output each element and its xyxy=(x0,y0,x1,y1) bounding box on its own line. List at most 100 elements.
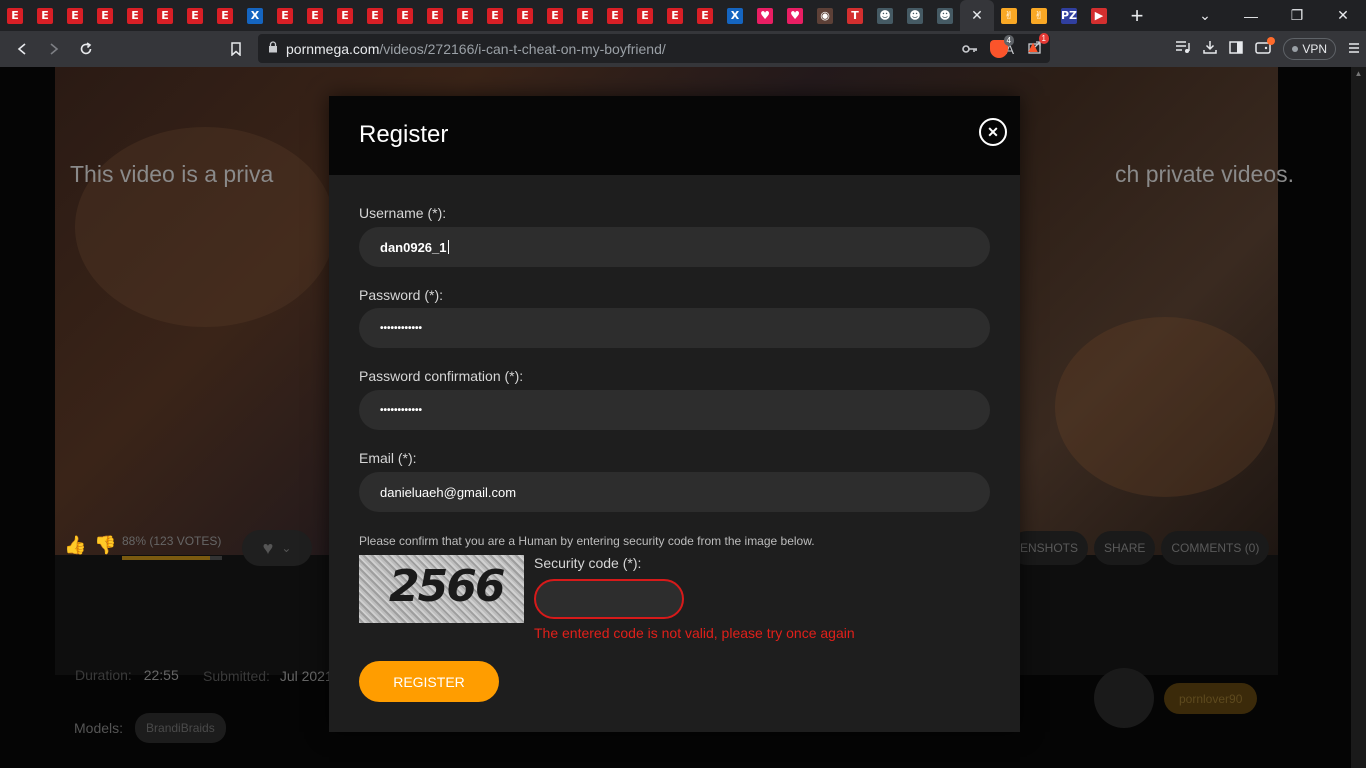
browser-tab-after-1[interactable]: ✌ xyxy=(1024,0,1054,31)
browser-tab-21[interactable]: E xyxy=(630,0,660,31)
browser-tab-9[interactable]: E xyxy=(270,0,300,31)
wallet-icon[interactable] xyxy=(1255,36,1276,57)
submitted-value: Jul 2021 xyxy=(279,668,333,684)
brave-rewards-icon[interactable]: ▲ 1 xyxy=(1024,33,1049,57)
password-confirm-value: •••••••••••• xyxy=(380,404,423,416)
browser-tab-7[interactable]: E xyxy=(210,0,240,31)
tab-search-icon[interactable]: ⌄ xyxy=(1182,0,1228,31)
favicon-icon: E xyxy=(517,7,533,24)
browser-tab-5[interactable]: E xyxy=(150,0,180,31)
bookmark-button[interactable] xyxy=(220,33,252,65)
browser-tab-3[interactable]: E xyxy=(90,0,120,31)
browser-tab-22[interactable]: E xyxy=(660,0,690,31)
back-button[interactable] xyxy=(6,33,38,65)
browser-tab-26[interactable]: ♥ xyxy=(780,0,810,31)
restore-button[interactable]: ❐ xyxy=(1274,0,1320,31)
captcha-digits: 2566 xyxy=(389,561,505,612)
thumbs-down-icon[interactable]: 👎 xyxy=(94,535,116,556)
browser-tab-17[interactable]: E xyxy=(510,0,540,31)
browser-tab-0[interactable]: E xyxy=(0,0,30,31)
favicon-icon: E xyxy=(667,7,683,24)
favicon-icon: E xyxy=(397,7,413,24)
url-text: pornmega.com/videos/272166/i-can-t-cheat… xyxy=(286,41,666,57)
browser-tab-25[interactable]: ♥ xyxy=(750,0,780,31)
tab-list: E E E E E E E E X E E E E E E E E E E E E E E E X ♥ ♥ ◉ T ☻ ☻ ☻ xyxy=(0,0,960,31)
model-chip[interactable]: BrandiBraids xyxy=(135,713,226,743)
minimize-button[interactable]: — xyxy=(1228,0,1274,31)
scroll-up-icon[interactable]: ▲ xyxy=(1351,67,1366,81)
favourite-button[interactable]: ♥ ⌄ xyxy=(242,530,312,566)
browser-tab-24[interactable]: X xyxy=(720,0,750,31)
browser-tab-after-2[interactable]: PZ xyxy=(1054,0,1084,31)
browser-tab-27[interactable]: ◉ xyxy=(810,0,840,31)
password-label: Password (*): xyxy=(359,287,444,303)
vpn-button[interactable]: VPN xyxy=(1283,37,1336,60)
close-tab-icon[interactable]: ✕ xyxy=(971,7,983,24)
tab-screenshots[interactable]: ENSHOTS xyxy=(1010,531,1089,565)
playlist-icon[interactable] xyxy=(1175,40,1191,57)
close-window-button[interactable]: ✕ xyxy=(1320,0,1366,31)
email-field[interactable]: danieluaeh@gmail.com xyxy=(359,472,990,512)
browser-tab-8[interactable]: X xyxy=(240,0,270,31)
browser-tab-29[interactable]: ☻ xyxy=(870,0,900,31)
username-field[interactable]: dan0926_1 xyxy=(359,227,990,267)
favicon-icon: ✌ xyxy=(1001,7,1017,24)
avatar[interactable] xyxy=(1094,668,1154,728)
browser-tab-30[interactable]: ☻ xyxy=(900,0,930,31)
browser-tab-19[interactable]: E xyxy=(570,0,600,31)
browser-tab-12[interactable]: E xyxy=(360,0,390,31)
password-confirm-field[interactable]: •••••••••••• xyxy=(359,390,990,430)
browser-tab-2[interactable]: E xyxy=(60,0,90,31)
reload-button[interactable] xyxy=(70,33,102,65)
register-button[interactable]: REGISTER xyxy=(359,661,499,702)
thumbs-up-icon[interactable]: 👍 xyxy=(64,535,86,556)
download-icon[interactable] xyxy=(1203,40,1218,57)
tab-share[interactable]: SHARE xyxy=(1094,531,1156,565)
username-label: Username (*): xyxy=(359,205,447,221)
browser-tab-after-3[interactable]: ▶ xyxy=(1084,0,1114,31)
browser-tab-14[interactable]: E xyxy=(420,0,450,31)
page-content: This video is a priva ch private videos.… xyxy=(0,67,1366,768)
url-path: /videos/272166/i-can-t-cheat-on-my-boyfr… xyxy=(379,40,666,57)
favicon-icon: ◉ xyxy=(817,7,833,24)
username-value: dan0926_1 xyxy=(380,239,447,255)
favicon-icon: E xyxy=(157,7,173,24)
browser-tab-13[interactable]: E xyxy=(390,0,420,31)
scrollbar[interactable]: ▲ xyxy=(1351,67,1366,768)
register-modal: Register ✕ Username (*): dan0926_1 Passw… xyxy=(329,96,1020,732)
security-code-input[interactable] xyxy=(534,579,684,619)
browser-tab-16[interactable]: E xyxy=(480,0,510,31)
key-icon[interactable] xyxy=(962,41,978,57)
password-field[interactable]: •••••••••••• xyxy=(359,308,990,348)
browser-tab-after-0[interactable]: ✌ xyxy=(994,0,1024,31)
uploader-button[interactable]: pornlover90 xyxy=(1164,683,1258,714)
favicon-icon: E xyxy=(37,7,53,24)
brave-shield-icon[interactable]: 4 xyxy=(990,35,1014,58)
browser-tab-4[interactable]: E xyxy=(120,0,150,31)
active-tab[interactable]: ✕ xyxy=(960,0,994,31)
favicon-icon: E xyxy=(577,7,593,24)
new-tab-button[interactable]: + xyxy=(1122,0,1152,31)
sidebar-icon[interactable] xyxy=(1229,40,1244,57)
rating-bar xyxy=(122,556,222,560)
browser-tab-18[interactable]: E xyxy=(540,0,570,31)
browser-tab-1[interactable]: E xyxy=(30,0,60,31)
browser-tab-10[interactable]: E xyxy=(300,0,330,31)
video-thumbnail-shape xyxy=(75,127,335,327)
security-code-error: The entered code is not valid, please tr… xyxy=(534,625,855,641)
browser-tab-28[interactable]: T xyxy=(840,0,870,31)
forward-button[interactable] xyxy=(38,33,70,65)
tab-comments[interactable]: COMMENTS (0) xyxy=(1161,531,1270,565)
browser-tab-6[interactable]: E xyxy=(180,0,210,31)
browser-tab-31[interactable]: ☻ xyxy=(930,0,960,31)
browser-tab-15[interactable]: E xyxy=(450,0,480,31)
email-value: danieluaeh@gmail.com xyxy=(380,484,517,500)
close-icon[interactable]: ✕ xyxy=(979,118,1007,146)
lock-icon xyxy=(268,41,286,56)
browser-tab-23[interactable]: E xyxy=(690,0,720,31)
favicon-icon: E xyxy=(7,7,23,24)
address-bar[interactable]: pornmega.com/videos/272166/i-can-t-cheat… xyxy=(258,34,1050,63)
menu-icon[interactable] xyxy=(1348,41,1360,57)
browser-tab-20[interactable]: E xyxy=(600,0,630,31)
browser-tab-11[interactable]: E xyxy=(330,0,360,31)
